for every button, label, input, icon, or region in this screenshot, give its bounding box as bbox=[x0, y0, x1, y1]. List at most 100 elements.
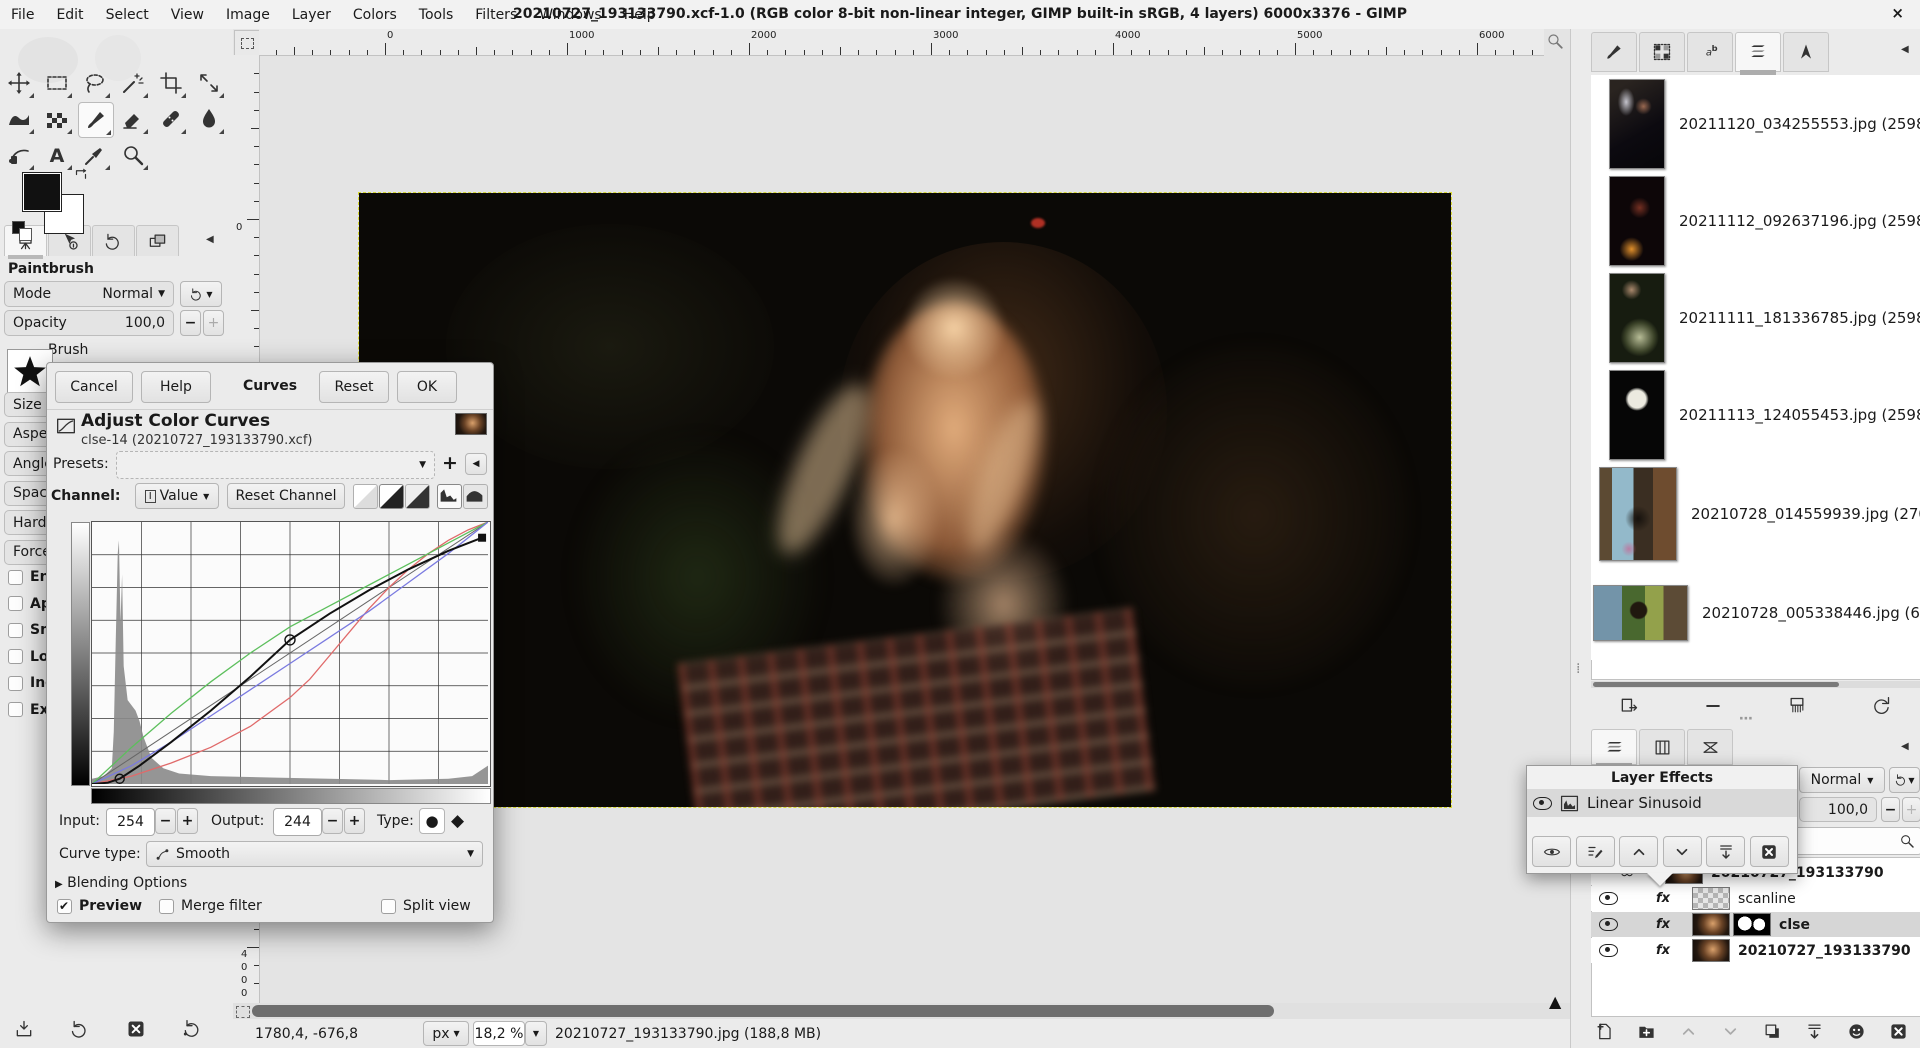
collapse-left-icon[interactable]: ◀ bbox=[206, 234, 214, 245]
presets-combo[interactable]: ▼ bbox=[116, 451, 435, 479]
tool-heal[interactable] bbox=[154, 102, 188, 136]
panel-splitter-dots[interactable]: ⋯ bbox=[1739, 711, 1753, 727]
mode-select[interactable]: Mode Normal ▼ bbox=[4, 281, 174, 307]
input-increase-button[interactable]: + bbox=[177, 808, 198, 834]
layer-opacity-increase[interactable]: + bbox=[1902, 797, 1920, 822]
layer-thumbnail[interactable] bbox=[1692, 887, 1731, 910]
split-view-checkbox[interactable]: Split view bbox=[381, 898, 471, 914]
save-tray-icon[interactable] bbox=[14, 1019, 34, 1039]
minus-icon[interactable] bbox=[1703, 696, 1723, 716]
tool-pattern-fill[interactable] bbox=[40, 102, 74, 136]
fx-eye-button[interactable] bbox=[1532, 836, 1571, 867]
mode-switch-button[interactable]: ▼ bbox=[180, 281, 222, 307]
zoom-value[interactable]: 18,2 % bbox=[473, 1021, 525, 1046]
tool-eraser[interactable] bbox=[116, 102, 150, 136]
layer-row[interactable]: fx 20210727_193133790 bbox=[1591, 938, 1920, 963]
dock-tab-paths[interactable] bbox=[1687, 729, 1733, 765]
eye-icon[interactable] bbox=[1599, 892, 1618, 905]
export-icon[interactable] bbox=[1619, 696, 1639, 716]
menu-tools[interactable]: Tools bbox=[408, 3, 465, 27]
dock-tab-tool-arrow[interactable] bbox=[1783, 32, 1829, 72]
fx-closebox-button[interactable] bbox=[1749, 836, 1789, 867]
image-list-item[interactable]: 20211111_181336785.jpg (2598 × 46 bbox=[1591, 269, 1920, 366]
layers-closebox-button[interactable] bbox=[1889, 1022, 1908, 1041]
ok-button[interactable]: OK bbox=[397, 371, 457, 403]
tool-paths[interactable] bbox=[2, 138, 36, 172]
layer-mode-switch-button[interactable]: ▼ bbox=[1889, 767, 1920, 793]
fx-chev-down-button[interactable] bbox=[1662, 836, 1702, 867]
collapse-left-icon[interactable]: ◀ bbox=[1901, 741, 1909, 752]
eye-icon[interactable] bbox=[1599, 944, 1618, 957]
tool-free-select[interactable] bbox=[78, 66, 112, 100]
opacity-increase-button[interactable]: + bbox=[203, 310, 224, 336]
add-preset-icon[interactable]: + bbox=[442, 452, 458, 474]
menu-edit[interactable]: Edit bbox=[45, 3, 94, 27]
refresh-icon[interactable] bbox=[1871, 696, 1891, 716]
layer-thumbnail[interactable] bbox=[1692, 913, 1731, 936]
preset-menu-icon[interactable]: ◀ bbox=[465, 453, 487, 475]
zoom-select-arrow[interactable]: ▼ bbox=[525, 1021, 547, 1046]
opacity-slider[interactable]: Opacity 100,0 bbox=[4, 310, 174, 336]
preview-checkbox[interactable]: Preview bbox=[57, 898, 142, 914]
histogram-linear-icon[interactable] bbox=[437, 484, 462, 509]
ruler-corner-button[interactable] bbox=[234, 30, 260, 57]
layer-name[interactable]: clse bbox=[1779, 917, 1810, 933]
output-value-field[interactable]: 244 bbox=[273, 808, 322, 836]
zoom-follow-icon[interactable] bbox=[1546, 32, 1564, 50]
fx-badge[interactable]: fx bbox=[1656, 917, 1670, 932]
selection-bounds-icon[interactable] bbox=[236, 1006, 250, 1018]
reset-icon[interactable] bbox=[182, 1019, 202, 1039]
unit-select[interactable]: px ▼ bbox=[423, 1021, 469, 1046]
tool-fuzzy-select[interactable] bbox=[116, 66, 150, 100]
input-value-field[interactable]: 254 bbox=[106, 808, 155, 836]
fx-merge-button[interactable] bbox=[1706, 836, 1745, 867]
effect-row[interactable]: Linear Sinusoid bbox=[1527, 789, 1797, 817]
histogram-log-icon[interactable] bbox=[463, 484, 488, 509]
curves-plot[interactable] bbox=[91, 521, 491, 787]
point-type-smooth-icon[interactable]: ● bbox=[419, 808, 445, 834]
input-decrease-button[interactable]: − bbox=[155, 808, 176, 834]
close-icon[interactable]: × bbox=[1891, 0, 1904, 29]
canvas-image[interactable] bbox=[358, 192, 1452, 808]
tool-transform[interactable] bbox=[192, 66, 226, 100]
menu-colors[interactable]: Colors bbox=[342, 3, 408, 27]
cancel-button[interactable]: Cancel bbox=[55, 371, 133, 403]
h-scrollbar[interactable] bbox=[233, 1003, 1570, 1020]
non-linear-toggle-icon[interactable] bbox=[405, 484, 430, 509]
tool-crop[interactable] bbox=[154, 66, 188, 100]
menu-image[interactable]: Image bbox=[215, 3, 281, 27]
reset-channel-button[interactable]: Reset Channel bbox=[227, 483, 345, 509]
layers-mask-button[interactable] bbox=[1847, 1022, 1866, 1041]
layer-opacity-slider[interactable]: 100,0 bbox=[1799, 797, 1877, 822]
dock-tab-pattern[interactable] bbox=[1639, 32, 1685, 72]
menu-file[interactable]: File bbox=[0, 3, 45, 27]
image-list-item[interactable]: 20211120_034255553.jpg (2598 × 4 bbox=[1591, 75, 1920, 172]
check-ap[interactable]: Ap bbox=[8, 596, 51, 612]
menu-layer[interactable]: Layer bbox=[281, 3, 342, 27]
horizontal-ruler[interactable]: 0 1000 2000 3000 4000 5000 6000 bbox=[259, 29, 1544, 56]
layer-name[interactable]: 20210727_193133790 bbox=[1738, 943, 1911, 959]
tool-text[interactable]: A bbox=[40, 138, 74, 172]
h-scrollbar-thumb[interactable] bbox=[252, 1005, 1274, 1017]
image-list-item[interactable]: 20210728_005338446.jpg (6000 × bbox=[1591, 565, 1920, 660]
layers-newpage-button[interactable] bbox=[1595, 1022, 1614, 1041]
images-list-scrollbar[interactable] bbox=[1591, 681, 1920, 688]
foreground-color-swatch[interactable] bbox=[22, 172, 62, 212]
tool-move[interactable] bbox=[2, 66, 36, 100]
tool-rect-select[interactable] bbox=[40, 66, 74, 100]
dock-tab-channels[interactable] bbox=[1639, 729, 1685, 765]
dock-tab-fonts[interactable]: ab bbox=[1687, 32, 1733, 72]
channel-select[interactable]: I Value ▼ bbox=[135, 483, 219, 509]
image-list-item[interactable]: 20210728_014559939.jpg (2702 × 3 bbox=[1591, 463, 1920, 565]
layers-chev-up-button[interactable] bbox=[1679, 1022, 1698, 1041]
layer-mode-select[interactable]: Normal ▼ bbox=[1799, 767, 1885, 793]
shred-icon[interactable] bbox=[1787, 696, 1807, 716]
curve-type-select[interactable]: Smooth ▼ bbox=[146, 841, 483, 867]
toolbox-tab-undo-history[interactable] bbox=[92, 225, 135, 256]
linear-toggle-icon[interactable] bbox=[353, 484, 378, 509]
eye-icon[interactable] bbox=[1533, 796, 1552, 810]
dock-tab-brush[interactable] bbox=[1591, 32, 1637, 72]
output-decrease-button[interactable]: − bbox=[322, 808, 343, 834]
navigation-icon[interactable]: ▲ bbox=[1549, 992, 1561, 1011]
fx-edit-list-button[interactable] bbox=[1575, 836, 1615, 867]
